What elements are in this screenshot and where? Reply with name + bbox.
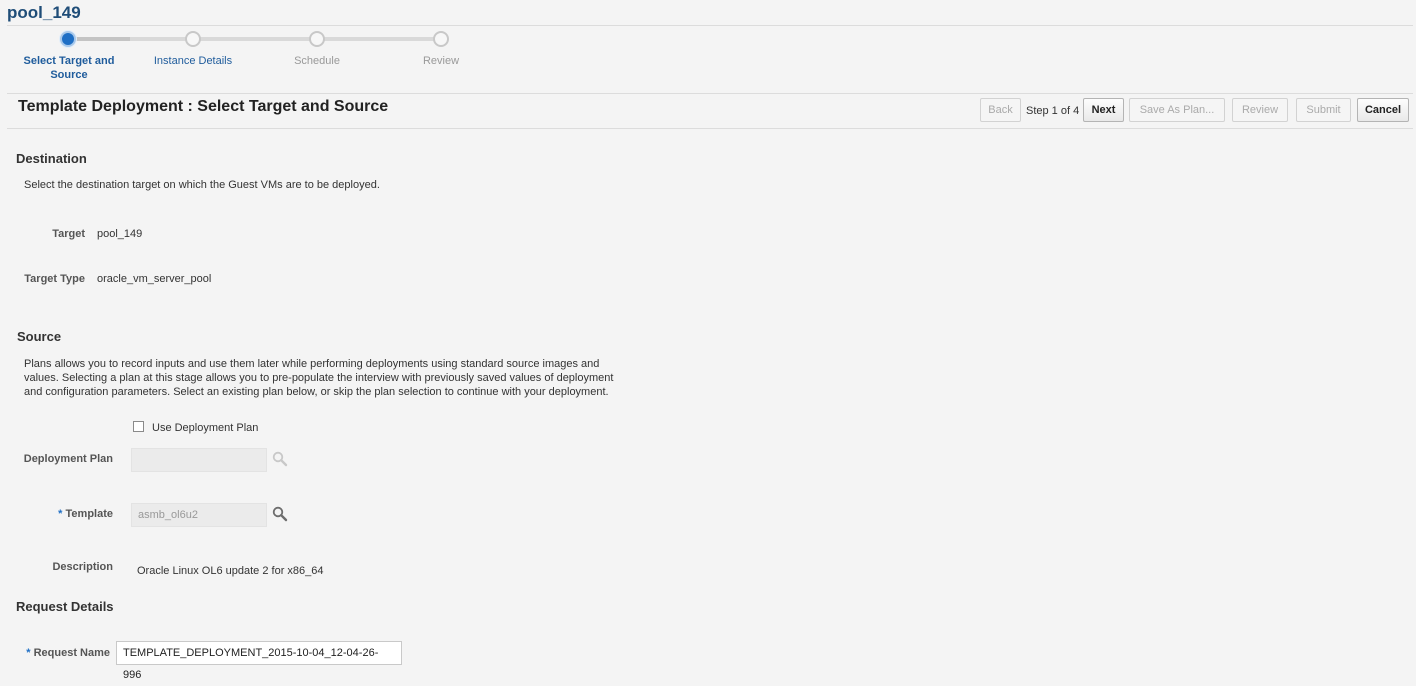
source-section-title: Source	[17, 329, 62, 344]
train-label-review: Review	[422, 55, 460, 67]
source-description-line-3: and configuration parameters. Select an …	[24, 386, 609, 398]
deployment-plan-label: Deployment Plan	[23, 453, 113, 465]
train-label-schedule: Schedule	[294, 55, 340, 67]
use-deployment-plan-checkbox[interactable]	[133, 421, 144, 432]
train-stop-review	[433, 31, 449, 47]
deployment-plan-input	[131, 448, 267, 472]
cancel-button[interactable]: Cancel	[1357, 98, 1409, 122]
review-button[interactable]: Review	[1232, 98, 1288, 122]
train-connector-2	[198, 37, 310, 41]
page-heading: Template Deployment : Select Target and …	[18, 98, 389, 115]
template-label-text: Template	[65, 508, 113, 520]
source-description: Plans allows you to record inputs and us…	[24, 357, 613, 399]
request-name-label-text: Request Name	[33, 647, 110, 659]
target-label: Target	[52, 228, 85, 240]
step-indicator: Step 1 of 4	[1026, 105, 1080, 117]
request-name-label: * Request Name	[10, 647, 110, 659]
description-value: Oracle Linux OL6 update 2 for x86_64	[137, 565, 324, 577]
request-section-title: Request Details	[16, 599, 114, 614]
description-label: Description	[52, 561, 113, 573]
source-description-line-1: Plans allows you to record inputs and us…	[24, 358, 600, 370]
save-as-plan-button[interactable]: Save As Plan...	[1129, 98, 1225, 122]
target-value: pool_149	[97, 228, 143, 240]
back-button[interactable]: Back	[980, 98, 1021, 122]
template-search-icon[interactable]	[272, 506, 288, 522]
destination-section-title: Destination	[16, 151, 87, 166]
required-marker: *	[26, 647, 31, 659]
train-label-select-target[interactable]: Select Target and Source	[14, 54, 124, 82]
deployment-plan-search-icon	[272, 451, 288, 467]
template-label: * Template	[10, 508, 113, 520]
request-name-input[interactable]: TEMPLATE_DEPLOYMENT_2015-10-04_12-04-26-…	[116, 641, 402, 681]
train-connector-1	[74, 37, 130, 41]
train-stop-instance-details[interactable]	[185, 31, 201, 47]
train-connector-1b	[130, 37, 186, 41]
train-label-instance-details[interactable]: Instance Details	[138, 54, 248, 68]
target-type-value: oracle_vm_server_pool	[97, 273, 212, 285]
train-connector-3	[322, 37, 434, 41]
template-input: asmb_ol6u2	[131, 503, 267, 527]
train-stop-select-target[interactable]	[60, 31, 76, 47]
required-marker: *	[58, 508, 63, 520]
use-deployment-plan-label[interactable]: Use Deployment Plan	[152, 422, 258, 434]
train-divider	[7, 93, 1413, 94]
train-stop-schedule	[309, 31, 325, 47]
target-type-label: Target Type	[24, 273, 85, 285]
wizard-train: Select Target and Source Instance Detail…	[0, 0, 520, 95]
heading-divider	[7, 128, 1413, 129]
submit-button[interactable]: Submit	[1296, 98, 1351, 122]
source-description-line-2: values. Selecting a plan at this stage a…	[24, 372, 614, 384]
next-button[interactable]: Next	[1083, 98, 1124, 122]
destination-description: Select the destination target on which t…	[24, 179, 380, 191]
